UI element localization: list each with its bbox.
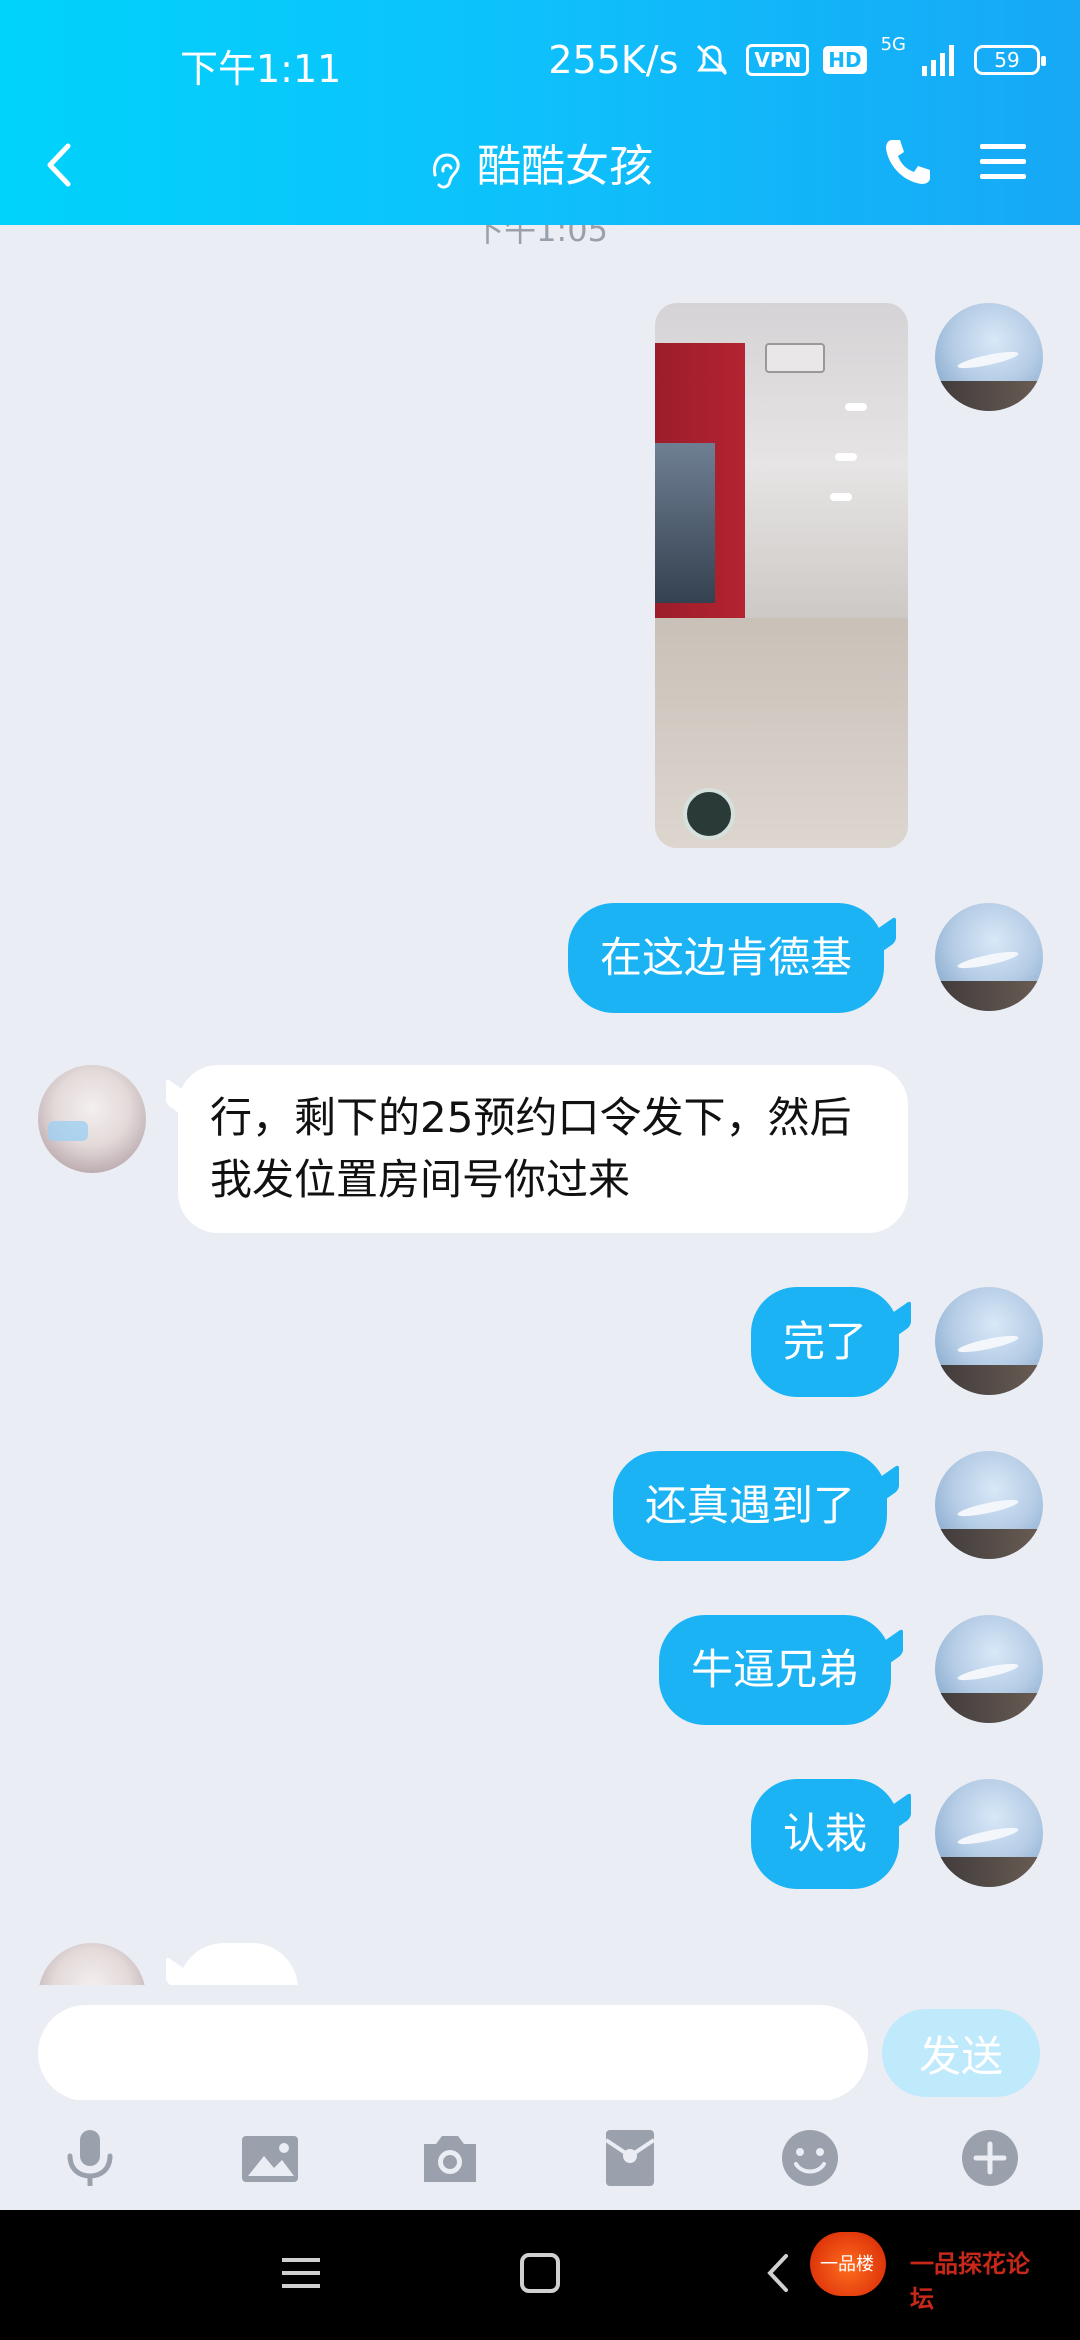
camera-button[interactable] (418, 2126, 482, 2190)
watermark-logo: 一品楼 (810, 2232, 886, 2296)
network-type: 5G (880, 34, 906, 55)
input-bar: 发送 (0, 1985, 1080, 2101)
microphone-icon (67, 2130, 113, 2186)
contact-avatar[interactable] (38, 1065, 146, 1173)
status-icons: 255K/s VPN HD 5G 59 (548, 34, 1046, 82)
network-speed: 255K/s (548, 38, 679, 82)
red-packet-button[interactable] (598, 2126, 662, 2190)
album-button[interactable] (238, 2126, 302, 2190)
chat-header: 下午1:11 255K/s VPN HD 5G 59 酷酷女孩 (0, 0, 1080, 225)
emoji-icon (782, 2130, 838, 2186)
emoji-button[interactable] (778, 2126, 842, 2190)
signal-icon (922, 45, 954, 76)
battery-icon: 59 (974, 45, 1046, 75)
camera-badge-icon (683, 788, 735, 840)
camera-icon (424, 2136, 476, 2182)
my-avatar[interactable] (935, 903, 1043, 1011)
square-icon (520, 2253, 560, 2293)
my-avatar[interactable] (935, 303, 1043, 411)
nav-bar: 酷酷女孩 (0, 120, 1080, 225)
watermark-site-name: 一品探花论坛 (910, 2250, 1030, 2313)
ear-icon (433, 153, 460, 189)
menu-button[interactable] (978, 134, 1028, 190)
message-bubble-sent[interactable]: 完了 (751, 1287, 900, 1397)
message-bubble-sent[interactable]: 在这边肯德基 (568, 903, 885, 1013)
contact-avatar[interactable] (38, 1943, 146, 1985)
image-icon (242, 2136, 298, 2182)
input-toolbar (0, 2100, 1080, 2210)
message-timestamp: 下午1:05 (472, 225, 608, 249)
my-avatar[interactable] (935, 1287, 1043, 1395)
message-bubble-sent[interactable]: 还真遇到了 (613, 1451, 888, 1561)
hd-badge: HD (823, 46, 867, 74)
more-button[interactable] (958, 2126, 1022, 2190)
plus-icon (962, 2130, 1018, 2186)
my-avatar[interactable] (935, 1615, 1043, 1723)
message-bubble-sent[interactable]: 牛逼兄弟 (659, 1615, 892, 1725)
watermark: 一品楼 一品探花论坛 (810, 2222, 1040, 2318)
menu-icon (980, 144, 1026, 179)
my-avatar[interactable] (935, 1451, 1043, 1559)
home-button[interactable] (517, 2250, 563, 2296)
recent-apps-button[interactable] (278, 2250, 324, 2296)
message-input[interactable] (38, 2005, 868, 2101)
message-bubble-sent[interactable]: 认栽 (751, 1779, 900, 1889)
voice-button[interactable] (58, 2126, 122, 2190)
my-avatar[interactable] (935, 1779, 1043, 1887)
message-bubble-received[interactable] (178, 1943, 298, 1985)
image-message[interactable] (655, 303, 908, 848)
message-list[interactable]: 下午1:05 在这边肯德基 行，剩下的25预约口令发下，然后我发位置房间号你过来… (0, 225, 1080, 1985)
red-packet-icon (604, 2130, 656, 2186)
phone-icon (886, 140, 930, 184)
call-button[interactable] (880, 134, 936, 190)
muted-bell-icon (697, 44, 728, 76)
message-bubble-received[interactable]: 行，剩下的25预约口令发下，然后我发位置房间号你过来 (178, 1065, 908, 1233)
chevron-left-icon (767, 2254, 788, 2292)
vpn-badge: VPN (746, 44, 810, 76)
contact-name: 酷酷女孩 (477, 141, 653, 192)
back-system-button[interactable] (756, 2250, 802, 2296)
menu-lines-icon (282, 2258, 320, 2288)
status-bar: 下午1:11 255K/s VPN HD 5G 59 (0, 0, 1080, 120)
status-time: 下午1:11 (180, 47, 342, 91)
send-button[interactable]: 发送 (882, 2009, 1040, 2097)
